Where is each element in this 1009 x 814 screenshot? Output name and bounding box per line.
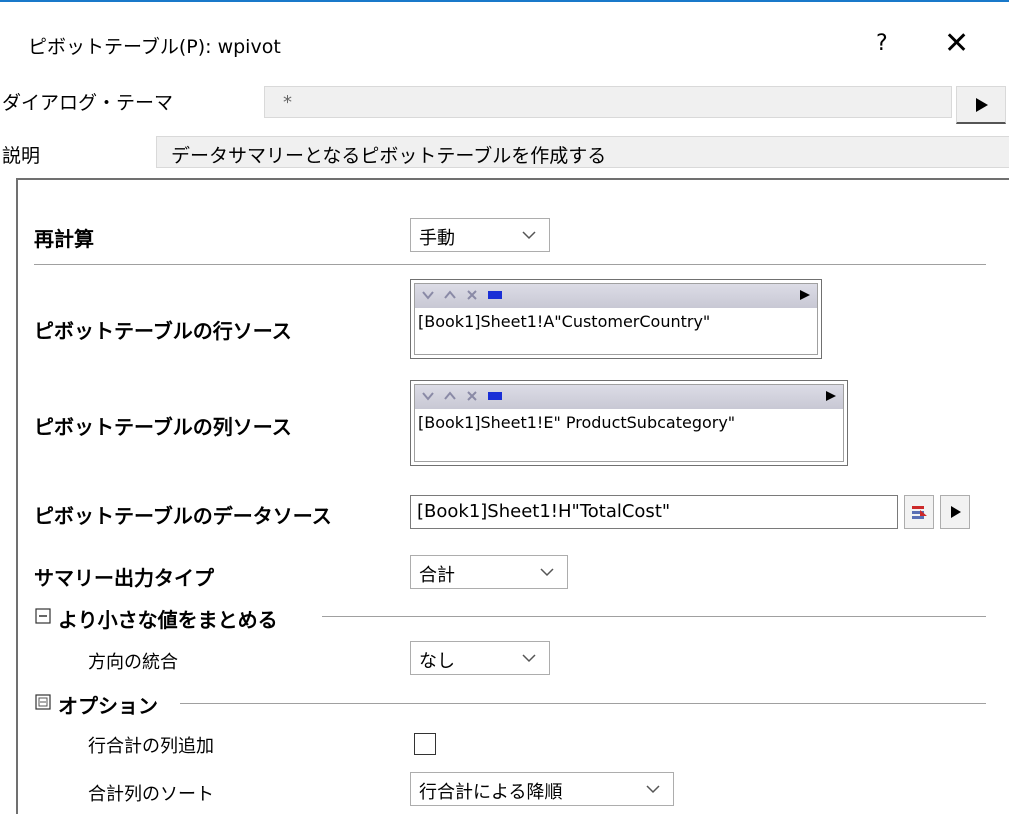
dialog-theme-field[interactable]: * bbox=[264, 86, 952, 118]
delete-x-icon[interactable] bbox=[465, 388, 479, 404]
recalc-value: 手動 bbox=[419, 228, 455, 249]
summary-type-label: サマリー出力タイプ bbox=[34, 566, 214, 590]
merge-direction-label: 方向の統合 bbox=[88, 652, 178, 673]
play-arrow-icon[interactable] bbox=[825, 388, 837, 404]
row-source-label: ピボットテーブルの行ソース bbox=[34, 319, 292, 343]
collapse-icon[interactable] bbox=[35, 608, 51, 624]
col-source-value[interactable]: [Book1]Sheet1!E" ProductSubcategory" bbox=[418, 413, 735, 432]
chevron-down-icon[interactable] bbox=[421, 388, 435, 404]
section-divider bbox=[34, 264, 986, 265]
chevron-down-icon bbox=[522, 231, 536, 240]
chevron-down-icon bbox=[646, 785, 660, 794]
options-section-label[interactable]: オプション bbox=[58, 690, 158, 719]
data-source-menu-button[interactable] bbox=[940, 495, 970, 529]
dialog-titlebar: ピボットテーブル(P): wpivot ? ✕ bbox=[0, 0, 1009, 70]
recalc-label: 再計算 bbox=[34, 227, 94, 251]
col-source-range-control: [Book1]Sheet1!E" ProductSubcategory" bbox=[410, 380, 848, 466]
chevron-down-icon[interactable] bbox=[421, 287, 435, 303]
merge-direction-dropdown[interactable]: なし bbox=[410, 641, 550, 675]
sort-total-label: 合計列のソート bbox=[88, 784, 214, 805]
select-range-red-icon bbox=[912, 506, 927, 519]
dialog-theme-label: ダイアログ・テーマ bbox=[2, 92, 174, 114]
data-source-value: [Book1]Sheet1!H"TotalCost" bbox=[417, 501, 671, 522]
row-source-toolbar bbox=[415, 284, 817, 308]
row-source-range-control: [Book1]Sheet1!A"CustomerCountry" bbox=[410, 279, 822, 359]
select-range-icon[interactable] bbox=[487, 388, 503, 404]
chevron-up-icon[interactable] bbox=[443, 287, 457, 303]
section-divider bbox=[322, 616, 986, 617]
add-total-column-label: 行合計の列追加 bbox=[88, 736, 214, 757]
play-arrow-icon bbox=[951, 506, 961, 518]
chevron-down-icon bbox=[540, 568, 554, 577]
merge-section-label[interactable]: より小さな値をまとめる bbox=[58, 604, 278, 633]
play-arrow-icon[interactable] bbox=[799, 287, 811, 303]
merge-direction-value: なし bbox=[419, 651, 455, 672]
chevron-up-icon[interactable] bbox=[443, 388, 457, 404]
help-button[interactable]: ? bbox=[876, 31, 888, 56]
data-source-label: ピボットテーブルのデータソース bbox=[34, 504, 332, 528]
description-field: データサマリーとなるピボットテーブルを作成する bbox=[156, 136, 1009, 168]
sort-total-value: 行合計による降順 bbox=[419, 782, 563, 803]
recalc-dropdown[interactable]: 手動 bbox=[410, 218, 550, 252]
close-button[interactable]: ✕ bbox=[944, 26, 969, 61]
add-total-column-checkbox[interactable] bbox=[414, 733, 436, 755]
dialog-theme-value: * bbox=[283, 92, 292, 113]
section-divider bbox=[180, 703, 986, 704]
col-source-label: ピボットテーブルの列ソース bbox=[34, 415, 292, 439]
delete-x-icon[interactable] bbox=[465, 287, 479, 303]
summary-type-dropdown[interactable]: 合計 bbox=[410, 555, 568, 589]
theme-menu-button[interactable] bbox=[956, 86, 1006, 124]
row-source-value[interactable]: [Book1]Sheet1!A"CustomerCountry" bbox=[418, 312, 710, 331]
sort-total-dropdown[interactable]: 行合計による降順 bbox=[410, 772, 674, 806]
select-range-icon[interactable] bbox=[487, 287, 503, 303]
play-arrow-icon bbox=[976, 98, 988, 112]
chevron-down-icon bbox=[522, 654, 536, 663]
data-source-select-button[interactable] bbox=[904, 495, 934, 529]
dialog-title: ピボットテーブル(P): wpivot bbox=[28, 36, 281, 58]
summary-type-value: 合計 bbox=[419, 565, 455, 586]
description-value: データサマリーとなるピボットテーブルを作成する bbox=[171, 145, 607, 167]
expand-icon[interactable] bbox=[35, 694, 51, 710]
data-source-input[interactable]: [Book1]Sheet1!H"TotalCost" bbox=[410, 495, 898, 529]
description-label: 説明 bbox=[2, 145, 41, 167]
col-source-toolbar bbox=[415, 385, 843, 409]
